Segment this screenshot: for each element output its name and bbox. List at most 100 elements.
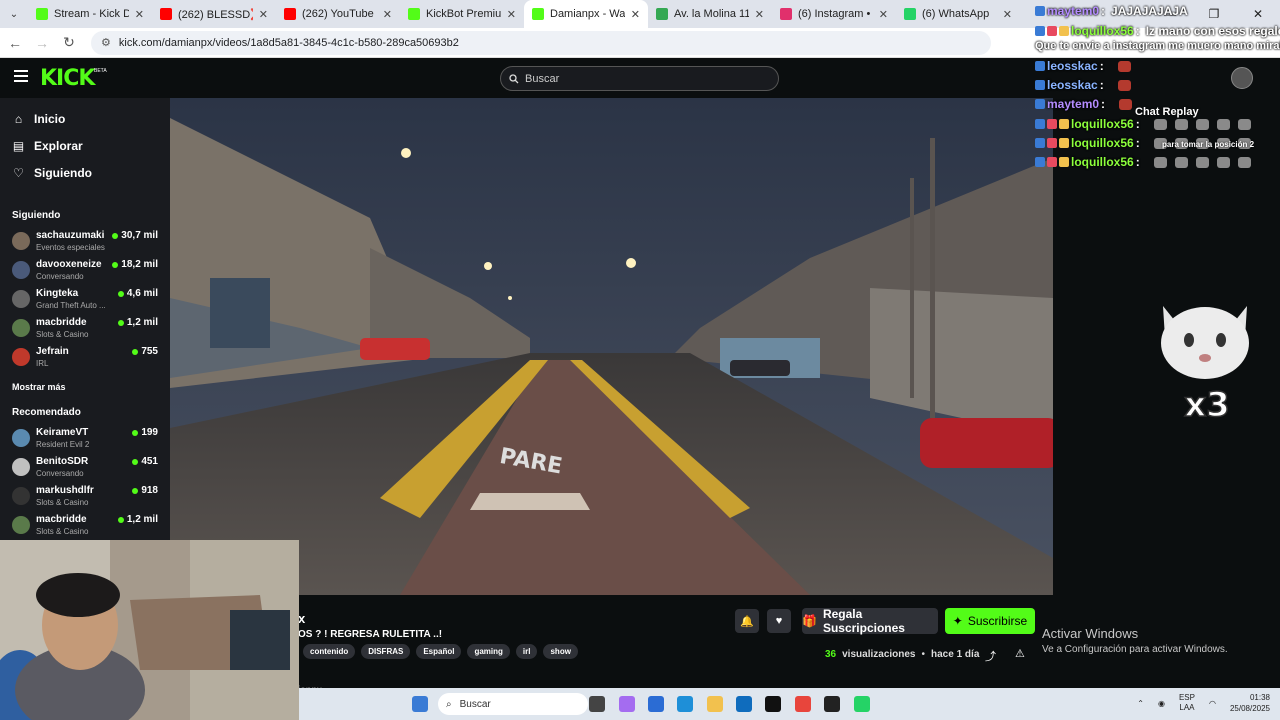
chat-line: leosskac : (1035, 59, 1131, 73)
browser-tab[interactable]: (262) BLESSD❌RYAN ✕ (152, 0, 276, 28)
task-view-icon[interactable] (589, 696, 605, 712)
chat-username[interactable]: loquillox56 (1071, 117, 1134, 131)
channel-name: macbridde (36, 514, 87, 525)
tab-close-icon[interactable]: ✕ (507, 8, 516, 21)
search-box[interactable] (500, 66, 779, 91)
tab-close-icon[interactable]: ✕ (631, 8, 640, 21)
menu-icon[interactable] (14, 70, 28, 82)
sidebar-channel[interactable]: davooxeneize Conversando 18,2 mil (12, 259, 162, 285)
tiktok-icon[interactable] (765, 696, 781, 712)
clock[interactable]: 01:38 25/08/2025 (1230, 692, 1270, 714)
site-info-icon[interactable]: ⚙ (101, 36, 111, 49)
following-section-title: Siguiendo (12, 210, 61, 221)
sidebar-channel[interactable]: sachauzumaki Eventos especiales 30,7 mil (12, 230, 162, 256)
back-icon[interactable]: ← (3, 31, 27, 55)
browser-tab[interactable]: (6) Instagram • Mens ✕ (772, 0, 896, 28)
chat-badge-icon (1047, 119, 1057, 129)
share-icon[interactable]: ⤴ (985, 648, 996, 664)
tray-chevron-icon[interactable]: ⌃ (1137, 699, 1144, 708)
tab-favicon-icon (408, 8, 420, 20)
file-explorer-icon[interactable] (707, 696, 723, 712)
viewer-count: 1,2 mil (126, 317, 158, 328)
nav-browse[interactable]: ▤ Explorar (12, 139, 83, 153)
tab-close-icon[interactable]: ✕ (135, 8, 144, 21)
views-label: visualizaciones (842, 649, 916, 660)
app-icon[interactable] (824, 696, 840, 712)
tag-chip[interactable]: contenido (303, 644, 356, 659)
tray-app-icon[interactable]: ◉ (1158, 699, 1165, 708)
sidebar-channel[interactable]: Kingteka Grand Theft Auto ... 4,6 mil (12, 288, 162, 314)
tag-chip[interactable]: show (543, 644, 578, 659)
nav-following[interactable]: ♡ Siguiendo (12, 166, 92, 180)
tab-close-icon[interactable]: ✕ (879, 8, 888, 21)
browser-tab[interactable]: Stream - Kick Dashbo ✕ (28, 0, 152, 28)
show-more-link[interactable]: Mostrar más (12, 382, 66, 392)
tab-search-chevron-icon[interactable]: ⌄ (0, 0, 28, 28)
nav-home-label: Inicio (34, 112, 66, 126)
browser-tab[interactable]: (6) WhatsApp ✕ (896, 0, 1020, 28)
chat-username[interactable]: loquillox56 (1071, 155, 1134, 169)
copilot-icon[interactable] (619, 696, 635, 712)
sidebar-channel[interactable]: BenitoSDR Conversando 451 (12, 456, 162, 482)
taskbar-search[interactable]: ⌕ Buscar (438, 693, 588, 715)
browser-tab[interactable]: KickBot Premium | W ✕ (400, 0, 524, 28)
chat-colon: : (1101, 4, 1106, 18)
streamer-name[interactable]: x (298, 611, 305, 626)
chat-username[interactable]: loquillox56 (1071, 136, 1134, 150)
sidebar-channel[interactable]: macbridde Slots & Casino 1,2 mil (12, 514, 162, 540)
tag-chip[interactable]: Español (416, 644, 462, 659)
edge-icon[interactable] (677, 696, 693, 712)
chat-username[interactable]: loquillox56 (1071, 24, 1134, 38)
tab-close-icon[interactable]: ✕ (259, 8, 268, 21)
url-field[interactable]: ⚙ kick.com/damianpx/videos/1a8d5a81-3845… (91, 30, 991, 55)
browser-tab[interactable]: Av. la Molina 1160 - ✕ (648, 0, 772, 28)
video-player[interactable]: PARE (170, 98, 1053, 595)
channel-avatar (12, 319, 30, 337)
tag-chip[interactable]: gaming (467, 644, 510, 659)
subscribe-label: Suscribirse (967, 614, 1028, 628)
nav-home[interactable]: ⌂ Inicio (12, 112, 65, 126)
channel-avatar (12, 290, 30, 308)
tab-close-icon[interactable]: ✕ (1003, 8, 1012, 21)
kick-logo[interactable]: KICK (40, 66, 95, 91)
chat-username[interactable]: leosskac (1047, 59, 1098, 73)
search-input[interactable] (525, 72, 755, 85)
subscribe-button[interactable]: ✦ Suscribirse (945, 608, 1035, 634)
chat-line: loquillox56 : (1035, 117, 1251, 131)
chat-username[interactable]: leosskac (1047, 78, 1098, 92)
tab-close-icon[interactable]: ✕ (755, 8, 764, 21)
forward-icon[interactable]: → (30, 31, 54, 55)
tab-label: Av. la Molina 1160 - (674, 8, 749, 20)
clock-date: 25/08/2025 (1229, 704, 1270, 713)
sidebar-channel[interactable]: markushdlfr Slots & Casino 918 (12, 485, 162, 511)
tag-chip[interactable]: irl (515, 644, 538, 659)
tag-chip[interactable]: DISFRAS (361, 644, 411, 659)
notification-bell-button[interactable]: 🔔 (735, 609, 759, 633)
sidebar-channel[interactable]: Jefrain IRL 755 (12, 346, 162, 372)
store-icon[interactable] (648, 696, 664, 712)
chat-username[interactable]: maytem0 (1047, 97, 1099, 111)
browser-tab[interactable]: Damianpx - Watc ✕ (524, 0, 648, 28)
clock-time: 01:38 (1249, 693, 1270, 702)
tab-close-icon[interactable]: ✕ (383, 8, 392, 21)
channel-category: Slots & Casino (36, 498, 89, 507)
follow-heart-button[interactable]: ♥ (767, 609, 791, 633)
reload-icon[interactable]: ↻ (57, 31, 81, 55)
browser-tab[interactable]: (262) YouTube ✕ (276, 0, 400, 28)
whatsapp-icon[interactable] (854, 696, 870, 712)
chrome-icon[interactable] (795, 696, 811, 712)
tab-favicon-icon (780, 8, 792, 20)
channel-viewers: 1,2 mil (117, 514, 158, 525)
start-icon[interactable] (412, 696, 428, 712)
language-indicator[interactable]: ESP LAA (1179, 693, 1195, 713)
report-icon[interactable]: ⚠ (1015, 647, 1025, 660)
emote-icon (1195, 156, 1209, 168)
sidebar-channel[interactable]: KeirameVT Resident Evil 2 199 (12, 427, 162, 453)
gift-subs-label: Regala Suscripciones (822, 607, 905, 635)
gift-subs-button[interactable]: 🎁 Regala Suscripciones (802, 607, 938, 635)
chat-badge-icon (1059, 26, 1069, 36)
wifi-icon[interactable]: ◠ (1209, 699, 1216, 708)
sidebar-channel[interactable]: macbridde Slots & Casino 1,2 mil (12, 317, 162, 343)
outlook-icon[interactable] (736, 696, 752, 712)
chat-username[interactable]: maytem0 (1047, 4, 1099, 18)
